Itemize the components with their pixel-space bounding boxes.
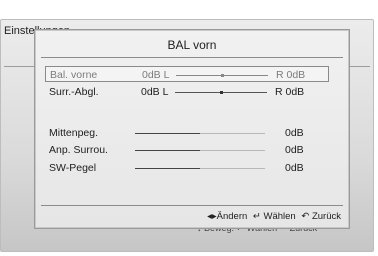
level-slider[interactable] [135,168,265,169]
row-label: Surr.-Abgl. [49,86,99,98]
row-surr-abgl[interactable]: Surr.-Abgl. 0dB L R 0dB [45,84,329,100]
balance-slider-knob[interactable] [220,91,223,94]
row-label: Mittenpeg. [49,127,99,139]
dialog-top-divider [41,57,343,58]
balance-slider[interactable] [176,74,268,77]
row-anp-surrou[interactable]: Anp. Surrou. 0dB [45,142,329,158]
dialog-title: BAL vorn [167,38,217,52]
hint-select: ↵ Wählen [252,211,296,222]
level-slider-fill [135,150,200,151]
row-sw-pegel[interactable]: SW-Pegel 0dB [45,160,329,176]
balance-left-value: 0dB L [141,86,169,98]
balance-slider[interactable] [175,91,267,94]
level-slider[interactable] [135,150,265,151]
row-mittenpeg[interactable]: Mittenpeg. 0dB [45,125,329,141]
level-value: 0dB [285,144,304,156]
row-label: Anp. Surrou. [49,144,108,156]
hint-change: ◂▸Ändern [207,211,248,222]
balance-slider-knob[interactable] [221,74,224,77]
dialog-hints: ◂▸Ändern ↵ Wählen ↶ Zurück [204,211,341,222]
row-bal-vorne[interactable]: Bal. vorne 0dB L R 0dB [45,66,329,82]
level-value: 0dB [285,127,304,139]
row-label: SW-Pegel [49,162,97,174]
level-slider[interactable] [135,133,265,134]
balance-right-value: R 0dB [275,86,305,98]
level-slider-fill [135,133,200,134]
bal-vorn-dialog: BAL vorn Bal. vorne 0dB L R 0dB Surr.-Ab… [34,29,350,229]
hint-back: ↶ Zurück [301,211,341,222]
dialog-bottom-divider [41,205,343,206]
level-value: 0dB [285,162,304,174]
balance-right-value: R 0dB [276,69,306,81]
row-label: Bal. vorne [50,69,98,81]
level-slider-fill [135,168,200,169]
balance-left-value: 0dB L [142,69,170,81]
